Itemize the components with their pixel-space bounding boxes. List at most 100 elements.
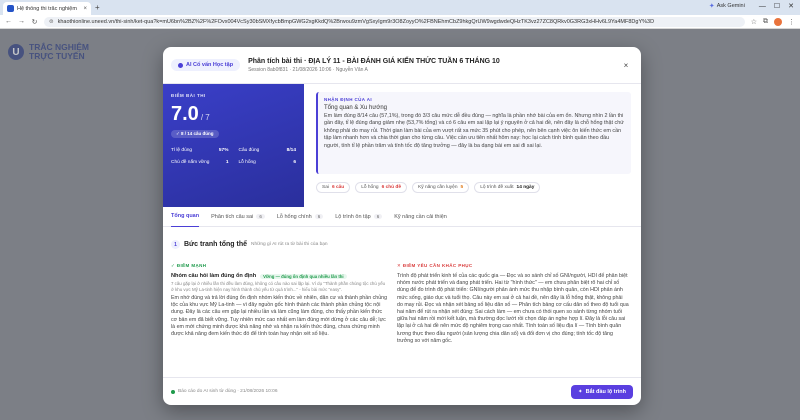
chip-label: Lỗ hổng [361, 185, 379, 190]
toolbar-right: ☆ ⧉ ⋮ [751, 17, 795, 26]
start-roadmap-label: Bắt đầu lộ trình [585, 388, 626, 395]
tab-label: Kỹ năng cần cải thiện [394, 213, 447, 220]
score-value: 7.0 [171, 103, 199, 125]
logo-line-2: TRỰC TUYẾN [29, 51, 85, 61]
stat-value: 6 [293, 160, 296, 165]
ai-summary-title: Tổng quan & Xu hướng [324, 105, 387, 111]
score-panel: ĐIỂM BÀI THI 7.0 / 7 ✓ 8 / 14 câu đúng T… [163, 84, 304, 207]
section-subtitle: Những gì AI rút ra từ bài thi của bạn [251, 242, 328, 247]
start-roadmap-button[interactable]: ✦ Bắt đầu lộ trình [571, 384, 633, 399]
footer-note-text: Báo cáo do AI sinh từ dùng · 21/08/2026 … [178, 389, 278, 394]
logo-text: TRẮC NGHIỆM TRỰC TUYẾN [29, 43, 89, 61]
summary-chips: Sai 6 câu Lỗ hổng 6 chủ đề Kỹ năng cần l… [316, 182, 631, 193]
url-text: khaothionline.uneed.vn/thi-sinh/ket-qua?… [57, 18, 655, 25]
chip-gaps: Lỗ hổng 6 chủ đề [355, 182, 408, 193]
tab-overview[interactable]: Tổng quan [171, 207, 200, 227]
section-header: 1 Bức tranh tổng thể Những gì AI rút ra … [171, 240, 328, 249]
tab-label: Lỗ hổng chính [276, 213, 312, 220]
ai-summary-text: Em làm đúng 8/14 câu (57,1%), trong đó 3… [324, 113, 624, 149]
site-info-icon[interactable]: ⊜ [49, 19, 54, 25]
analysis-modal: AI Cố vấn Học tập Phân tích bài thi · ĐỊ… [163, 47, 641, 405]
strength-note: 7 câu gặp lại ở nhiều lần thi đều làm đú… [171, 281, 386, 292]
tab-title: Hệ thống thi trắc nghiệm [17, 5, 77, 12]
address-toolbar: ← → ↻ ⊜ khaothionline.uneed.vn/thi-sinh/… [0, 15, 800, 29]
score-value-group: 7.0 / 7 [171, 103, 296, 126]
url-bar[interactable]: ⊜ khaothionline.uneed.vn/thi-sinh/ket-qu… [44, 16, 745, 27]
bookmark-star-icon[interactable]: ☆ [751, 18, 757, 26]
stat-mastered-topics: Chủ đề nắm vững 1 [171, 160, 229, 165]
ai-advisor-badge: AI Cố vấn Học tập [171, 59, 241, 71]
score-label: ĐIỂM BÀI THI [171, 93, 206, 98]
ai-summary-label: NHẬN ĐỊNH CỦA AI [324, 97, 373, 102]
site-logo: U TRẮC NGHIỆM TRỰC TUYẾN [8, 43, 89, 61]
stat-label: Tỉ lệ đúng [171, 148, 193, 153]
tab-study-roadmap[interactable]: Lộ trình ôn tập 6 [335, 207, 383, 227]
chip-value: 6 chủ đề [381, 185, 402, 190]
chip-skills: Kỹ năng cần luyện 5 [412, 182, 470, 193]
tab-skills[interactable]: Kỹ năng cần cải thiện [394, 207, 447, 227]
tab-label: Phân tích câu sai [211, 213, 254, 220]
sparkle-icon: ✦ [578, 388, 583, 395]
stat-value: 57% [218, 148, 229, 153]
tab-label: Tổng quan [171, 213, 200, 219]
ask-gemini-button[interactable]: ✦ Ask Gemini [709, 2, 745, 10]
chip-value: 14 ngày [516, 185, 535, 190]
extensions-icon[interactable]: ⧉ [763, 18, 768, 26]
modal-titles: Phân tích bài thi · ĐỊA LÝ 11 - BÀI ĐÁNH… [248, 58, 611, 73]
profile-avatar[interactable] [774, 17, 782, 26]
ai-summary-section: NHẬN ĐỊNH CỦA AI Tổng quan & Xu hướng Em… [304, 84, 641, 207]
strength-item-title: Nhóm câu hỏi làm đúng ổn định [171, 273, 257, 279]
correct-count-badge: ✓ 8 / 14 câu đúng [171, 130, 219, 138]
weaknesses-label: ✕ ĐIỂM YẾU CẦN KHẮC PHỤC [397, 263, 473, 268]
new-tab-button[interactable]: + [95, 3, 100, 12]
modal-footer: Báo cáo do AI sinh từ dùng · 21/08/2026 … [163, 377, 641, 405]
chip-label: Sai [322, 185, 329, 190]
modal-header: AI Cố vấn Học tập Phân tích bài thi · ĐỊ… [163, 47, 641, 84]
score-denominator: / 7 [200, 113, 210, 122]
back-icon[interactable]: ← [5, 18, 12, 25]
stat-correct-count: Câu đúng 8/14 [239, 148, 297, 153]
ai-dot-icon [178, 62, 183, 68]
reload-icon[interactable]: ↻ [31, 18, 38, 26]
tab-wrong-analysis[interactable]: Phân tích câu sai 6 [211, 207, 265, 227]
modal-title: Phân tích bài thi · ĐỊA LÝ 11 - BÀI ĐÁNH… [248, 57, 500, 65]
modal-subtitle: Session 8ab0f831 · 21/08/2026 10:06 · Ng… [248, 66, 368, 73]
maximize-icon[interactable]: ☐ [774, 2, 780, 10]
ask-gemini-label: Ask Gemini [716, 3, 745, 9]
tab-count: 6 [314, 214, 324, 219]
menu-dots-icon[interactable]: ⋮ [788, 18, 795, 26]
tab-count: 6 [256, 214, 265, 219]
minimize-icon[interactable]: — [759, 3, 766, 10]
strengths-label: ✓ ĐIỂM MẠNH [171, 263, 207, 268]
strength-item-title-row: Nhóm câu hỏi làm đúng ổn định Vững — đún… [171, 273, 389, 279]
window-controls: ✦ Ask Gemini — ☐ ✕ [709, 2, 794, 11]
chip-wrong: Sai 6 câu [316, 182, 351, 193]
section-title: Bức tranh tổng thể [184, 241, 248, 248]
section-number: 1 [171, 240, 180, 249]
ai-summary-box: NHẬN ĐỊNH CỦA AI Tổng quan & Xu hướng Em… [316, 92, 631, 174]
modal-close-button[interactable]: × [619, 58, 633, 72]
tab-main-gaps[interactable]: Lỗ hổng chính 6 [276, 207, 324, 227]
strengths-column: ✓ ĐIỂM MẠNH Nhóm câu hỏi làm đúng ổn địn… [171, 263, 389, 376]
stat-gaps: Lỗ hổng 6 [239, 160, 297, 165]
ai-advisor-label: AI Cố vấn Học tập [186, 62, 234, 68]
chip-value: 5 [460, 185, 464, 190]
window-close-icon[interactable]: ✕ [788, 2, 794, 10]
stat-correct-rate: Tỉ lệ đúng 57% [171, 148, 229, 153]
gemini-sparkle-icon: ✦ [708, 3, 715, 10]
weaknesses-column: ✕ ĐIỂM YẾU CẦN KHẮC PHỤC Trình độ phát t… [397, 263, 629, 376]
chip-label: Lộ trình đề xuất [480, 185, 514, 190]
weakness-text: Trình độ phát triển kinh tế của các quốc… [397, 273, 629, 344]
forward-icon[interactable]: → [18, 18, 25, 25]
score-stats: Tỉ lệ đúng 57% Câu đúng 8/14 Chủ đề nắm … [171, 148, 296, 165]
stat-label: Lỗ hổng [238, 160, 256, 165]
tab-close-icon[interactable]: × [83, 6, 87, 12]
chip-roadmap: Lộ trình đề xuất 14 ngày [474, 182, 541, 193]
chip-value: 6 câu [331, 185, 345, 190]
tab-count: 6 [373, 214, 383, 219]
browser-tab[interactable]: Hệ thống thi trắc nghiệm × [3, 2, 91, 15]
tab-label: Lộ trình ôn tập [335, 213, 371, 220]
stat-label: Câu đúng [238, 148, 260, 153]
site-favicon-icon [7, 5, 14, 12]
strength-tag: Vững — đúng ổn định qua nhiều lần thi [260, 273, 347, 279]
